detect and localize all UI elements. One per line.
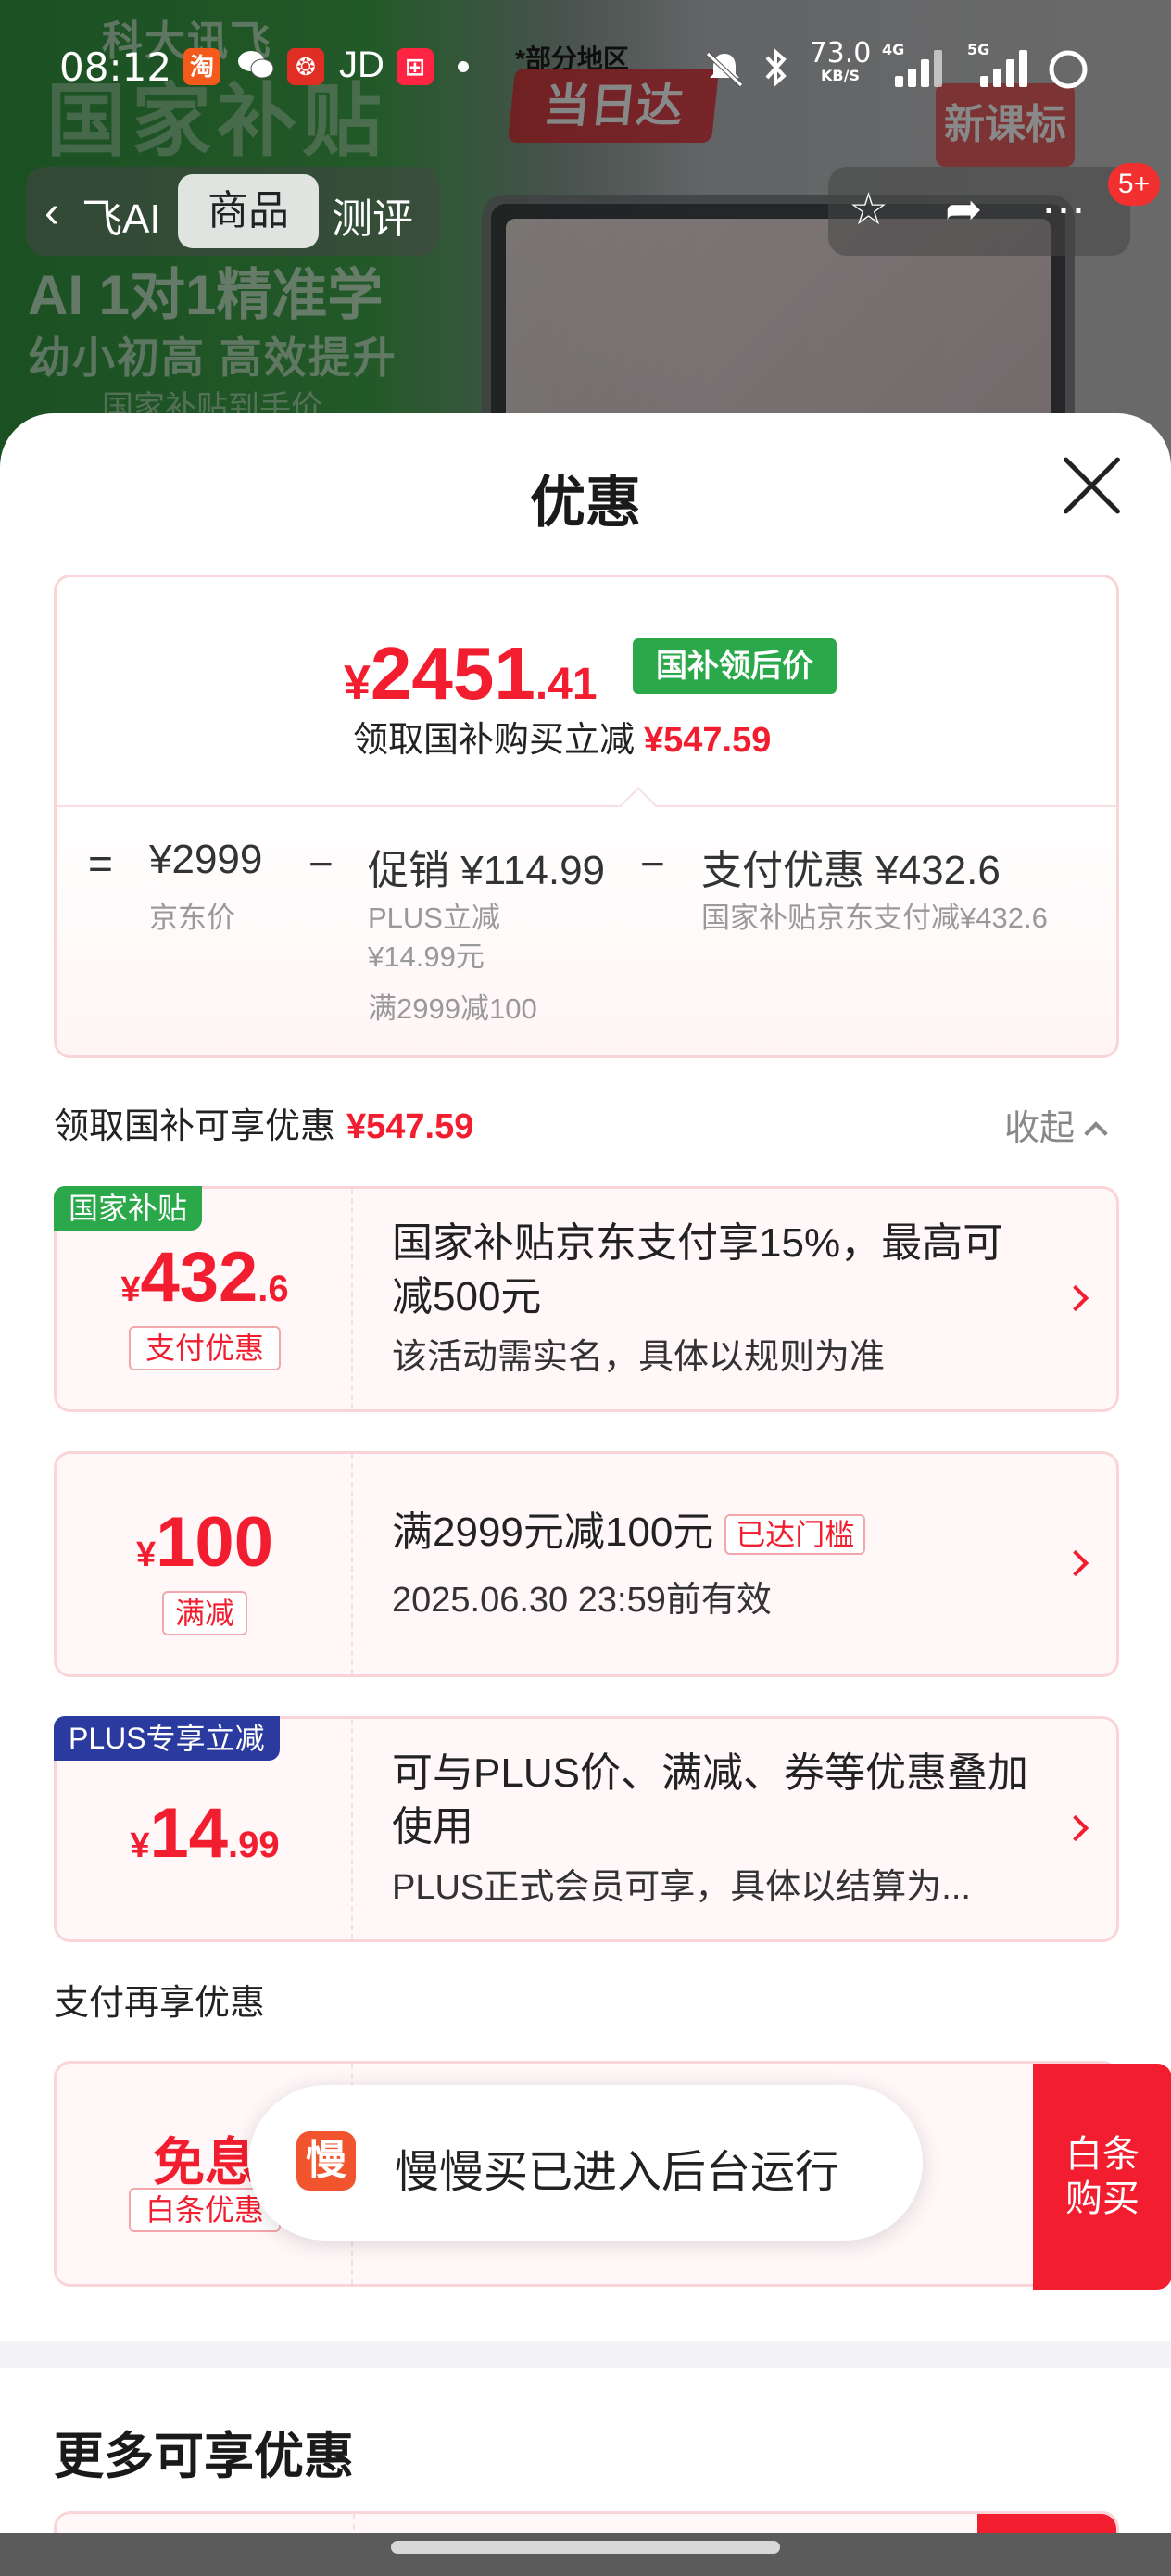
system-nav-bar [0, 2533, 1171, 2576]
national-subsidy-tag: 国家补贴 [54, 1186, 203, 1231]
threshold-reached-badge: 已达门槛 [724, 1514, 866, 1556]
subsidy-price-tag: 国补领后价 [633, 638, 837, 694]
promo-plus-amount: ¥14.99元 [368, 941, 485, 973]
subsidy-savings: 领取国补购买立减 ¥547.59 [353, 721, 772, 760]
back-icon[interactable]: ‹ [44, 187, 59, 238]
tab-ai[interactable]: 飞AI [82, 185, 161, 245]
minus-sign: − [308, 840, 334, 888]
home-gesture-handle[interactable] [391, 2541, 780, 2554]
chevron-right-icon [1062, 1814, 1089, 1842]
share-icon[interactable]: ➦ [945, 183, 982, 235]
minus-sign-2: − [640, 840, 665, 888]
battery-icon [1049, 50, 1088, 89]
jd-price: ¥2999 [149, 837, 263, 882]
coupon-plus[interactable]: PLUS专享立减 ¥14.99 可与PLUS价、满减、券等优惠叠加使用 PLUS… [54, 1716, 1119, 1942]
plus-tag: PLUS专享立减 [54, 1716, 280, 1761]
pinduoduo-icon: ❂ [287, 48, 324, 85]
subsidy-section-title: 领取国补可享优惠 ¥547.59 [54, 1107, 474, 1146]
equals-sign: = [88, 840, 113, 888]
coupon-title: 可与PLUS价、满减、券等优惠叠加使用 [392, 1750, 1028, 1850]
jd-status-text: JD [339, 44, 384, 85]
cart-count-badge: 5+ [1108, 163, 1160, 206]
promo-threshold: 满2999减100 [368, 992, 537, 1025]
favorite-icon[interactable]: ☆ [849, 183, 888, 235]
manmanmai-app-icon: 慢 [296, 2131, 356, 2191]
coupon-expiry: 2025.06.30 23:59前有效 [392, 1581, 772, 1620]
xiaohongshu-icon: ⊞ [397, 48, 434, 85]
status-bar: 08:12 淘 ❂ JD ⊞ 73.0 KB/S 4G 5G [0, 37, 1171, 102]
coupon-desc: PLUS正式会员可享，具体以结算为... [392, 1868, 971, 1907]
coupon-national-subsidy[interactable]: 国家补贴 ¥432.6 支付优惠 国家补贴京东支付享15%，最高可减500元 该… [54, 1186, 1119, 1412]
signal-5g-icon: 5G [967, 41, 1028, 87]
toast-message: 慢慢买已进入后台运行 [395, 2148, 840, 2197]
price-summary-card: ¥2451.41 国补领后价 领取国补购买立减 ¥547.59 = ¥2999 京… [54, 575, 1119, 1058]
coupon-amount: ¥14.99 [130, 1794, 280, 1873]
promo-total: 促销 ¥114.99 [368, 848, 606, 893]
product-nav-bar: ‹ 飞AI 商品 测评 [26, 167, 439, 256]
chevron-up-icon [1084, 1121, 1108, 1145]
coupon-type-pill: 满减 [162, 1591, 247, 1635]
pay-discount-label: 国家补贴京东支付减¥432.6 [701, 902, 1048, 934]
tab-product[interactable]: 商品 [178, 174, 319, 248]
wechat-icon [237, 48, 274, 85]
tab-review[interactable]: 测评 [332, 185, 413, 245]
chevron-right-icon [1062, 1549, 1089, 1577]
coupon-type-pill: 支付优惠 [129, 1326, 281, 1370]
jd-price-label: 京东价 [149, 902, 235, 934]
chevron-right-icon [1062, 1284, 1089, 1312]
coupon-desc: 该活动需实名，具体以规则为准 [392, 1338, 886, 1377]
taobao-icon: 淘 [183, 48, 220, 85]
close-icon[interactable] [1058, 452, 1125, 519]
pay-discount: 支付优惠 ¥432.6 [701, 848, 1001, 893]
product-actions: ☆ ➦ ⋯ [828, 167, 1130, 256]
signal-4g-icon: 4G [882, 41, 943, 87]
more-notifications-dot [458, 61, 469, 72]
mute-icon [706, 52, 743, 87]
background-run-toast: 慢 慢慢买已进入后台运行 [248, 2085, 923, 2241]
coupon-amount: ¥100 [136, 1503, 273, 1582]
bluetooth-icon [765, 47, 787, 88]
coupon-title: 国家补贴京东支付享15%，最高可减500元 [392, 1220, 1004, 1320]
collapse-button[interactable]: 收起 [1004, 1099, 1108, 1150]
payment-section-title: 支付再享优惠 [54, 1984, 266, 2023]
network-speed: 73.0 KB/S [809, 37, 872, 84]
more-offer-card[interactable] [54, 2511, 1119, 2533]
coupon-title: 满2999元减100元 已达门槛 [392, 1506, 1040, 1559]
sheet-title: 优惠 [530, 472, 641, 534]
coupon-full-reduction[interactable]: ¥100 满减 满2999元减100元 已达门槛 2025.06.30 23:59… [54, 1451, 1119, 1677]
more-offers-title: 更多可享优惠 [54, 2429, 354, 2484]
status-time: 08:12 [59, 44, 172, 90]
coupon-amount: ¥432.6 [120, 1238, 289, 1317]
more-icon[interactable]: ⋯ [1041, 183, 1086, 235]
promo-plus-line: PLUS立减 [368, 902, 500, 934]
final-price: ¥2451.41 [344, 632, 598, 714]
baitiao-buy-button[interactable]: 白条 购买 [1033, 2064, 1171, 2290]
